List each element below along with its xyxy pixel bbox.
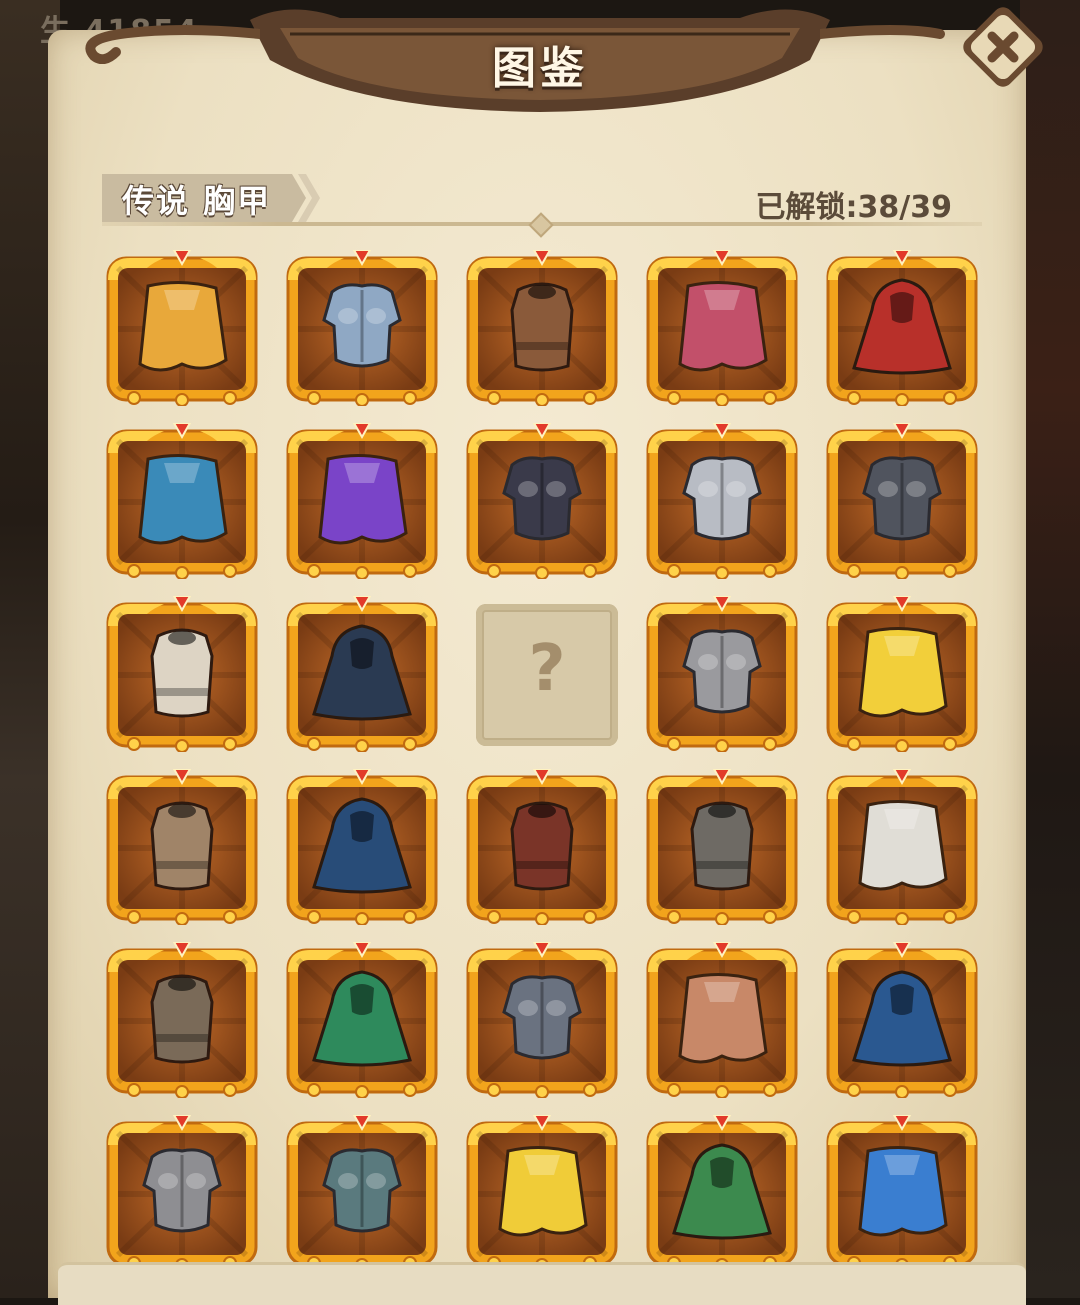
brown-leather-coat-icon bbox=[150, 974, 214, 1064]
item-frame bbox=[644, 250, 800, 406]
item-slot-white-hood-robe[interactable] bbox=[104, 769, 260, 925]
item-slot-silver-plate-armor[interactable] bbox=[644, 423, 800, 579]
item-frame bbox=[644, 423, 800, 579]
item-slot-golden-cape[interactable] bbox=[104, 250, 260, 406]
grey-plate-cuirass-icon bbox=[682, 629, 762, 714]
item-frame bbox=[464, 942, 620, 1098]
item-slot-white-lace-cape[interactable] bbox=[824, 769, 980, 925]
item-frame bbox=[824, 250, 980, 406]
item-slot-unknown[interactable]: ? bbox=[464, 596, 620, 752]
close-icon bbox=[963, 7, 1043, 87]
silver-plate-armor-icon bbox=[682, 456, 762, 541]
item-frame bbox=[644, 1115, 800, 1271]
yellow-cape-icon bbox=[858, 626, 948, 718]
item-slot-red-collar-vest[interactable] bbox=[464, 769, 620, 925]
item-slot-brown-leather-coat[interactable] bbox=[104, 942, 260, 1098]
crimson-sash-cape-icon bbox=[678, 280, 768, 372]
item-slot-grey-plate-cuirass[interactable] bbox=[644, 596, 800, 752]
item-slot-grey-plate-cuirass-2[interactable] bbox=[104, 1115, 260, 1271]
brown-tattered-cape-icon bbox=[678, 972, 768, 1064]
item-frame bbox=[464, 769, 620, 925]
bottom-bar bbox=[58, 1262, 1026, 1305]
item-frame bbox=[824, 596, 980, 752]
item-frame bbox=[464, 423, 620, 579]
white-hooded-tunic-icon bbox=[150, 628, 214, 718]
item-frame bbox=[464, 1115, 620, 1271]
white-hood-robe-icon bbox=[150, 801, 214, 891]
item-slot-teal-cape[interactable] bbox=[104, 423, 260, 579]
grey-plate-cuirass-2-icon bbox=[142, 1148, 222, 1233]
item-frame bbox=[824, 423, 980, 579]
item-slot-blue-gold-cape[interactable] bbox=[824, 1115, 980, 1271]
item-frame bbox=[644, 942, 800, 1098]
header-scroll-left bbox=[85, 25, 260, 64]
locked-slot: ? bbox=[476, 604, 618, 746]
item-frame bbox=[104, 942, 260, 1098]
item-frame bbox=[284, 596, 440, 752]
item-frame bbox=[104, 596, 260, 752]
item-slot-blue-cloak[interactable] bbox=[824, 942, 980, 1098]
category-label: 传说 胸甲 bbox=[122, 182, 272, 220]
item-slot-purple-fur-cape[interactable] bbox=[284, 423, 440, 579]
item-slot-leather-armor[interactable] bbox=[464, 250, 620, 406]
item-frame bbox=[104, 250, 260, 406]
item-slot-dark-fur-cloak[interactable] bbox=[284, 596, 440, 752]
item-frame bbox=[104, 423, 260, 579]
white-lace-cape-icon bbox=[858, 799, 948, 891]
purple-fur-cape-icon bbox=[318, 453, 408, 545]
item-slot-green-fur-cloak[interactable] bbox=[644, 1115, 800, 1271]
item-slot-black-gold-armor[interactable] bbox=[464, 423, 620, 579]
item-slot-brown-tattered-cape[interactable] bbox=[644, 942, 800, 1098]
dark-iron-armor-icon bbox=[862, 456, 942, 541]
chainmail-icon bbox=[690, 801, 754, 891]
item-slot-steel-muscle-cuirass[interactable] bbox=[284, 250, 440, 406]
item-frame bbox=[284, 769, 440, 925]
item-slot-green-vine-cloak[interactable] bbox=[284, 942, 440, 1098]
blue-gold-cape-icon bbox=[858, 1145, 948, 1237]
golden-cape-icon bbox=[138, 280, 228, 372]
item-frame bbox=[104, 769, 260, 925]
item-slot-navy-cloak[interactable] bbox=[284, 769, 440, 925]
unlocked-count: 已解锁:38/39 bbox=[755, 190, 952, 225]
steel-muscle-cuirass-icon bbox=[322, 283, 402, 368]
leather-armor-icon bbox=[510, 282, 574, 372]
item-frame bbox=[644, 769, 800, 925]
background-right bbox=[1020, 0, 1080, 1298]
item-frame bbox=[284, 423, 440, 579]
item-frame bbox=[824, 1115, 980, 1271]
item-slot-white-hooded-tunic[interactable] bbox=[104, 596, 260, 752]
item-frame bbox=[644, 596, 800, 752]
item-slot-dark-iron-armor[interactable] bbox=[824, 423, 980, 579]
item-frame bbox=[284, 942, 440, 1098]
item-frame bbox=[284, 250, 440, 406]
item-frame bbox=[104, 1115, 260, 1271]
item-slot-yellow-cape[interactable] bbox=[824, 596, 980, 752]
item-slot-yellow-cape-2[interactable] bbox=[464, 1115, 620, 1271]
item-slot-crimson-sash-cape[interactable] bbox=[644, 250, 800, 406]
iron-scarf-armor-icon bbox=[502, 975, 582, 1060]
item-frame bbox=[284, 1115, 440, 1271]
page-title: 图鉴 bbox=[492, 43, 588, 94]
question-mark: ? bbox=[528, 632, 566, 706]
item-slot-teal-plate-armor[interactable] bbox=[284, 1115, 440, 1271]
item-slot-chainmail[interactable] bbox=[644, 769, 800, 925]
item-slot-iron-scarf-armor[interactable] bbox=[464, 942, 620, 1098]
red-collar-vest-icon bbox=[510, 801, 574, 891]
black-gold-armor-icon bbox=[502, 456, 582, 541]
yellow-cape-2-icon bbox=[498, 1145, 588, 1237]
close-button[interactable] bbox=[958, 2, 1048, 92]
item-frame bbox=[464, 250, 620, 406]
teal-plate-armor-icon bbox=[322, 1148, 402, 1233]
header-scroll-right bbox=[820, 25, 945, 39]
item-frame bbox=[824, 769, 980, 925]
item-slot-red-hooded-cloak[interactable] bbox=[824, 250, 980, 406]
teal-cape-icon bbox=[138, 453, 228, 545]
item-frame bbox=[824, 942, 980, 1098]
